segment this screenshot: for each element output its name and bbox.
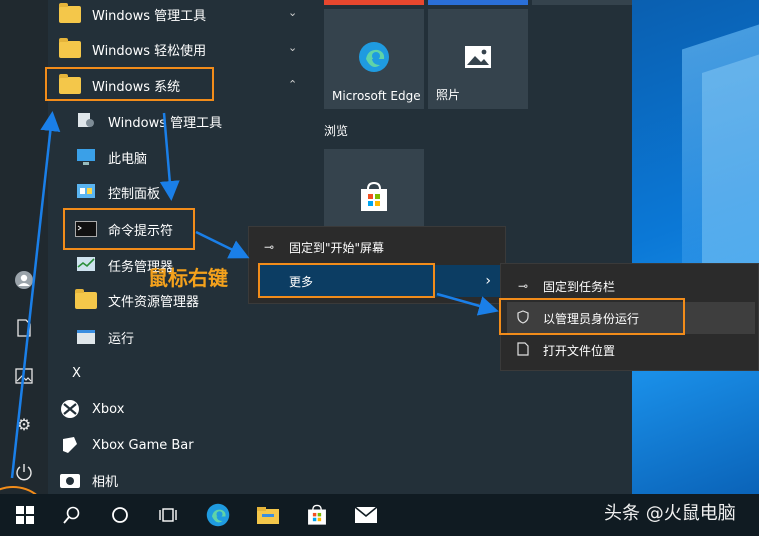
app-label: Windows 轻松使用 — [92, 43, 207, 59]
chevron-right-icon: › — [485, 273, 491, 289]
app-label: 相机 — [92, 474, 119, 490]
tile-edge[interactable]: Microsoft Edge — [324, 9, 424, 109]
pin-icon: ⊸ — [263, 240, 275, 254]
user-icon[interactable] — [12, 268, 36, 292]
tile-top-grey[interactable] — [532, 0, 632, 5]
pin-icon: ⊸ — [517, 279, 529, 293]
file-location-icon — [513, 341, 533, 359]
annotation-right-click: 鼠标右键 — [148, 266, 228, 290]
highlight-box-run-as-admin — [499, 298, 685, 335]
power-icon[interactable] — [12, 460, 36, 484]
start-icon[interactable] — [10, 500, 40, 530]
xbox-icon — [56, 398, 84, 420]
app-label: 运行 — [108, 331, 135, 347]
app-label: Windows 管理工具 — [108, 115, 223, 131]
task-manager-icon — [72, 254, 100, 276]
document-icon[interactable] — [12, 316, 36, 340]
mail-icon[interactable] — [351, 500, 381, 530]
folder-icon — [56, 37, 84, 60]
section-letter-x[interactable]: X — [72, 366, 81, 381]
edge-icon — [359, 42, 389, 72]
search-icon[interactable] — [57, 500, 87, 530]
app-label: 控制面板 — [108, 186, 161, 202]
control-panel-icon — [72, 181, 100, 203]
app-folder-ease-access[interactable]: Windows 轻松使用 — [56, 32, 206, 66]
tile-label: Microsoft Edge — [332, 89, 421, 103]
store-icon — [361, 181, 387, 211]
chevron-up-icon[interactable]: ⌃ — [288, 78, 297, 91]
app-control-panel[interactable]: 控制面板 — [72, 175, 160, 209]
photos-icon — [465, 46, 491, 68]
run-icon — [72, 326, 100, 348]
pictures-icon[interactable] — [12, 364, 36, 388]
tile-label: 照片 — [436, 88, 461, 102]
taskbar: 头条 @火鼠电脑 — [0, 494, 759, 536]
app-xbox-game-bar[interactable]: Xbox Game Bar — [56, 428, 194, 462]
highlight-box-windows-system — [45, 67, 214, 101]
start-rail: ⚙ — [0, 0, 48, 494]
app-xbox[interactable]: Xbox — [56, 392, 124, 426]
game-bar-icon — [56, 434, 84, 456]
chevron-down-icon[interactable]: ⌄ — [288, 41, 297, 54]
app-label: 文件资源管理器 — [108, 294, 200, 310]
chevron-down-icon[interactable]: ⌄ — [288, 6, 297, 19]
tile-photos[interactable]: 照片 — [428, 9, 528, 109]
app-label: 此电脑 — [108, 151, 148, 167]
app-label: Windows 管理工具 — [92, 8, 207, 24]
computer-icon — [72, 146, 100, 168]
watermark: 头条 @火鼠电脑 — [604, 503, 736, 524]
highlight-box-more — [258, 263, 435, 298]
app-label: Xbox Game Bar — [92, 437, 194, 453]
tile-group-header[interactable]: 浏览 — [324, 122, 348, 139]
store-icon[interactable] — [302, 500, 332, 530]
app-camera[interactable]: 相机 — [56, 463, 118, 497]
app-folder-admin-tools[interactable]: Windows 管理工具 — [56, 0, 206, 31]
desktop-wallpaper — [632, 0, 759, 494]
camera-icon — [56, 469, 84, 491]
folder-icon — [56, 2, 84, 25]
app-admin-tools[interactable]: Windows 管理工具 — [72, 104, 222, 138]
menu-item-label: 打开文件位置 — [543, 343, 616, 358]
cortana-icon[interactable] — [105, 500, 135, 530]
task-view-icon[interactable] — [153, 500, 183, 530]
menu-item-label: 固定到任务栏 — [543, 279, 616, 294]
highlight-box-cmd — [63, 208, 195, 250]
app-label: Xbox — [92, 401, 125, 417]
edge-icon[interactable] — [203, 500, 233, 530]
tile-top-blue[interactable] — [428, 0, 528, 5]
admin-tools-icon — [72, 110, 100, 132]
menu-item-pin-start[interactable]: ⊸ 固定到"开始"屏幕 — [259, 231, 495, 263]
explorer-icon[interactable] — [253, 500, 283, 530]
app-run[interactable]: 运行 — [72, 320, 134, 354]
settings-icon[interactable]: ⚙ — [12, 412, 36, 436]
app-this-pc[interactable]: 此电脑 — [72, 140, 147, 174]
explorer-icon — [72, 288, 100, 311]
tile-top-red[interactable] — [324, 0, 424, 5]
menu-item-open-location[interactable]: 打开文件位置 — [513, 334, 753, 366]
menu-item-label: 固定到"开始"屏幕 — [289, 240, 385, 255]
